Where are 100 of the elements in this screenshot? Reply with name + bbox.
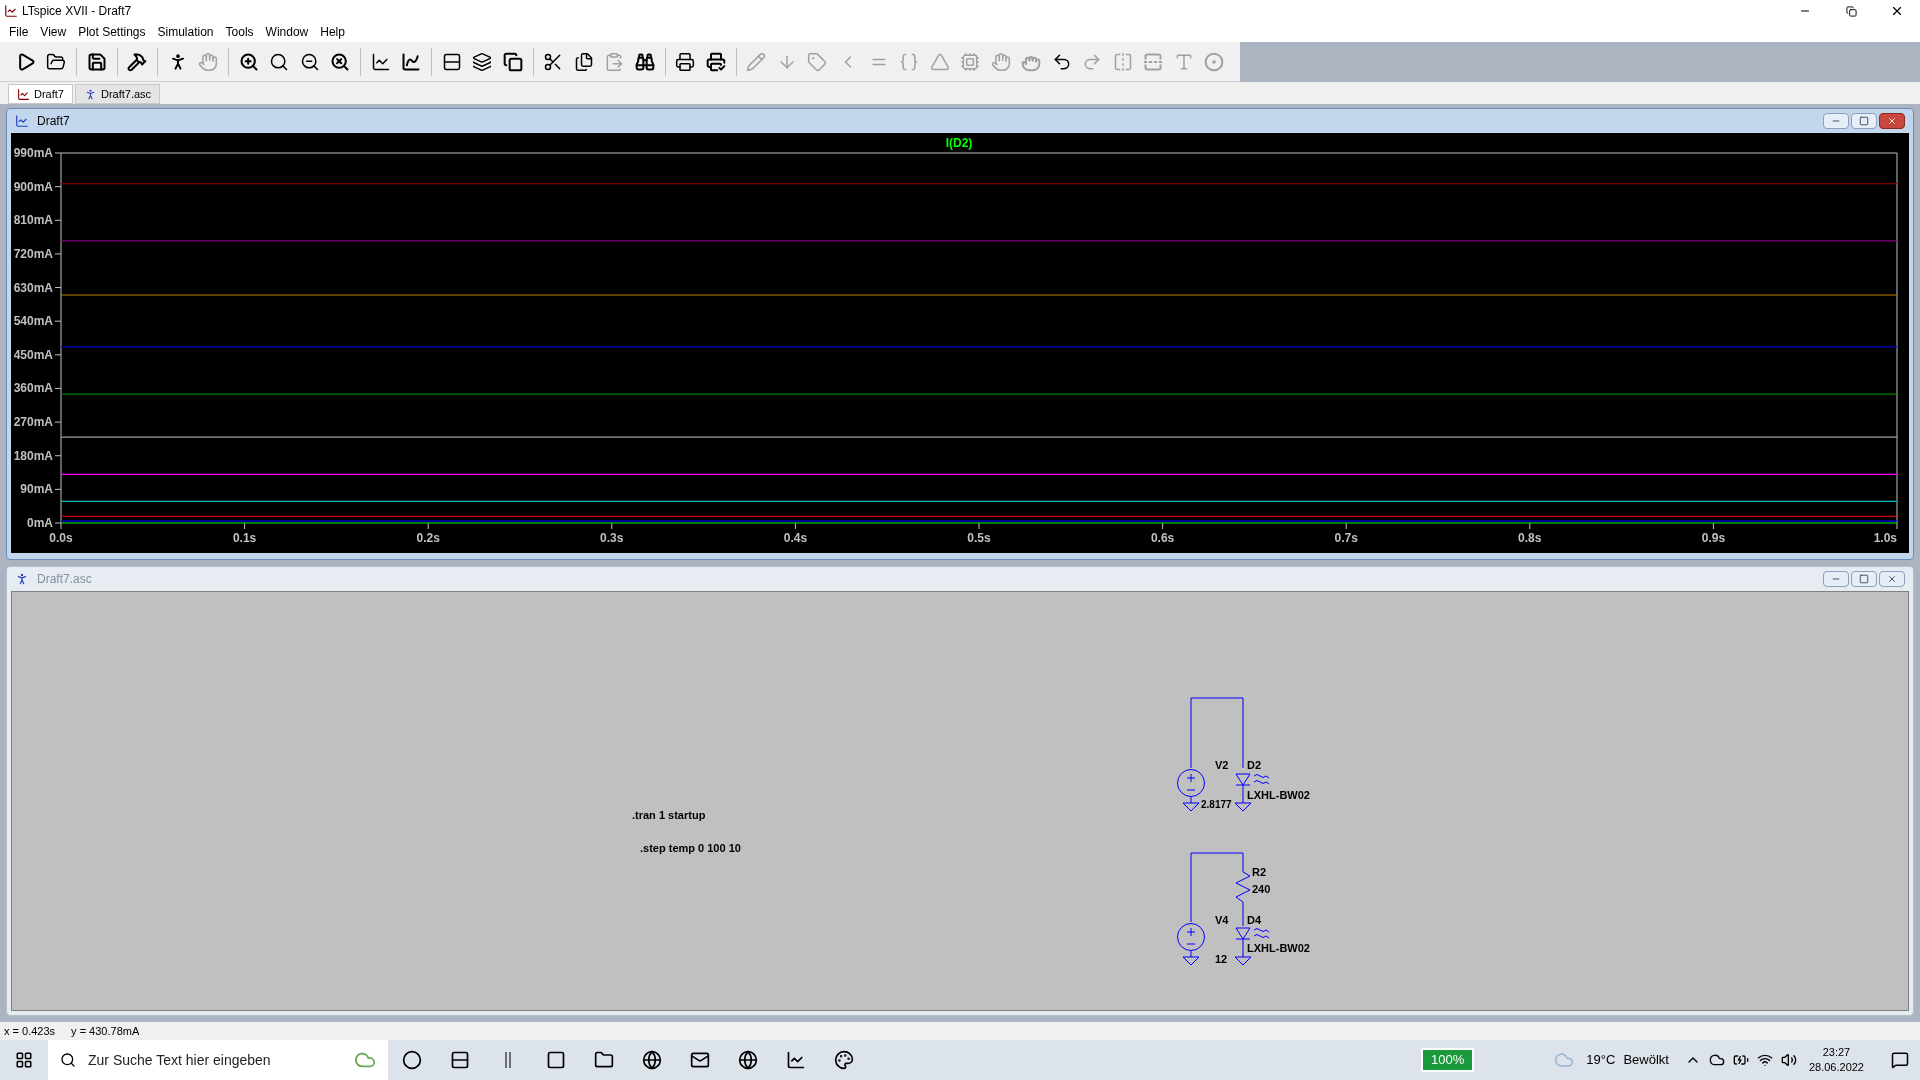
source-value: 2.8177 [1201, 799, 1232, 810]
rotate-icon [1143, 51, 1164, 72]
close-icon [1887, 574, 1897, 584]
clock-date: 28.06.2022 [1808, 1060, 1864, 1075]
source-value: 12 [1215, 953, 1228, 965]
rows-icon [441, 51, 462, 72]
diode-model: LXHL-BW02 [1247, 789, 1310, 801]
x-tick-label: 0.3s [600, 531, 624, 545]
cursor-y-readout: y = 430.78mA [71, 1023, 140, 1039]
restore-icon [1845, 5, 1857, 17]
close-button[interactable] [1879, 571, 1905, 587]
browser-icon [738, 1050, 758, 1070]
task-view-icon [450, 1050, 470, 1070]
resistor-icon [1235, 871, 1251, 903]
y-tick-label: 180mA [13, 448, 53, 463]
maximize-icon [1859, 116, 1869, 126]
zoom-out-icon [299, 51, 320, 72]
mail-icon [690, 1050, 710, 1070]
magnifier-icon [269, 51, 290, 72]
hand-icon [198, 51, 219, 72]
menu-item[interactable]: File [4, 23, 34, 41]
x-tick-label: 0.9s [1701, 531, 1726, 545]
maximize-button[interactable] [1851, 113, 1877, 129]
y-tick-label: 810mA [13, 213, 53, 228]
y-tick-label: 90mA [20, 482, 53, 497]
printer-icon [675, 51, 696, 72]
menu-item[interactable]: Window [260, 23, 314, 41]
y-tick-label: 450mA [13, 347, 53, 362]
chart-icon [401, 51, 422, 72]
folder-icon [46, 51, 67, 72]
maximize-button[interactable] [1851, 571, 1877, 587]
window-title: Draft7.asc [37, 571, 93, 588]
close-button[interactable] [1879, 113, 1905, 129]
paste-icon [604, 51, 625, 72]
app-logo-icon [4, 4, 18, 18]
close-icon [1887, 116, 1897, 126]
x-tick-label: 0.7s [1334, 531, 1358, 545]
menu-item[interactable]: View [35, 23, 72, 41]
binoculars-icon [634, 51, 655, 72]
zoom-in-icon [238, 51, 259, 72]
resistor-label: R2 [1252, 866, 1267, 878]
y-tick-label: 990mA [13, 146, 53, 160]
window-title: LTspice XVII - Draft7 [22, 3, 133, 20]
x-tick-label: 0.2s [416, 531, 440, 545]
spice-directive: .tran 1 startup [632, 809, 706, 821]
search-field[interactable]: Zur Suche Text hier eingeben [48, 1040, 388, 1080]
battery-percentage: 100% [1421, 1048, 1475, 1072]
inductor-icon [899, 51, 919, 72]
window-title: Draft7 [37, 113, 71, 130]
mirror-icon [1112, 51, 1133, 72]
cloud-icon [1708, 1052, 1725, 1068]
battery-icon [1732, 1052, 1749, 1068]
y-tick-label: 900mA [13, 179, 53, 194]
close-icon [1890, 4, 1904, 18]
double-bar-icon [505, 1052, 511, 1068]
cloud-icon [1554, 1050, 1575, 1070]
diode-label: D4 [1247, 914, 1262, 926]
source-label: V2 [1215, 759, 1229, 771]
menu-item[interactable]: Plot Settings [73, 23, 151, 41]
x-tick-label: 0.6s [1150, 531, 1175, 545]
x-tick-label: 1.0s [1873, 531, 1897, 545]
x-tick-label: 0.1s [232, 531, 257, 545]
directive-icon [1204, 51, 1225, 72]
document-tab[interactable]: Draft7.asc [74, 84, 161, 104]
zoom-cancel-icon [330, 51, 351, 72]
menu-item[interactable]: Help [315, 23, 350, 41]
layers-icon [472, 51, 493, 72]
hand-icon [990, 51, 1011, 72]
y-tick-label: 360mA [13, 381, 53, 396]
waveform-icon [15, 114, 29, 128]
wifi-icon [1756, 1052, 1773, 1068]
speech-bubble-icon [1891, 1051, 1909, 1069]
x-tick-label: 0.4s [783, 531, 808, 545]
app-icon [546, 1050, 566, 1070]
y-tick-label: 270mA [13, 415, 53, 430]
diode-icon [929, 51, 950, 72]
palette-icon [834, 1050, 854, 1070]
diode-model: LXHL-BW02 [1247, 942, 1310, 954]
search-icon [60, 1052, 76, 1068]
speaker-icon [1780, 1052, 1797, 1068]
save-icon [86, 51, 107, 72]
search-input[interactable]: Zur Suche Text hier eingeben [88, 1049, 342, 1071]
windows-icon [502, 51, 523, 72]
clock-time: 23:27 [1822, 1045, 1851, 1060]
y-tick-label: 630mA [13, 280, 53, 295]
source-label: V4 [1215, 914, 1229, 926]
wire [1190, 697, 1244, 769]
cursor-x-readout: x = 0.423s [4, 1023, 56, 1039]
menu-item[interactable]: Tools [220, 23, 259, 41]
app-icon [786, 1050, 806, 1070]
y-tick-label: 720mA [13, 246, 53, 261]
spice-directive: .step temp 0 100 10 [640, 842, 741, 854]
browser-icon [642, 1050, 662, 1070]
x-tick-label: 0.0s [49, 531, 73, 545]
document-tab[interactable]: Draft7 [8, 84, 73, 104]
menu-item[interactable]: Simulation [152, 23, 219, 41]
y-tick-label: 540mA [13, 314, 53, 329]
windows-logo-icon [15, 1051, 33, 1069]
maximize-icon [1859, 574, 1869, 584]
resistor-value: 240 [1252, 883, 1271, 895]
